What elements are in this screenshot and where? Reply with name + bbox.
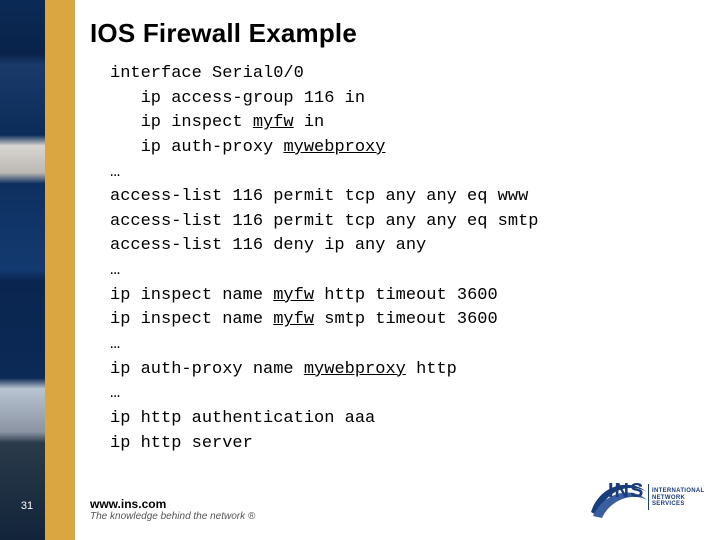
footer: www.ins.com The knowledge behind the net… [90, 497, 255, 522]
code-line: ip inspect name myfw http timeout 3600 [110, 286, 498, 305]
code-line: ip http authentication aaa [110, 409, 375, 428]
footer-tagline: The knowledge behind the network ® [90, 511, 255, 522]
code-line: … [110, 261, 120, 280]
code-block: interface Serial0/0 ip access-group 116 … [110, 62, 538, 456]
logo-divider [648, 484, 649, 510]
sidebar-photo-strip [0, 0, 50, 540]
code-line: access-list 116 deny ip any any [110, 236, 426, 255]
code-line: ip access-group 116 in [110, 89, 365, 108]
code-line: access-list 116 permit tcp any any eq ww… [110, 187, 528, 206]
logo-subtext: INTERNATIONAL NETWORK SERVICES [652, 488, 704, 508]
ins-logo: INS INTERNATIONAL NETWORK SERVICES [590, 474, 700, 522]
code-line: ip auth-proxy mywebproxy [110, 138, 385, 157]
footer-url: www.ins.com [90, 497, 255, 511]
sidebar-collage [0, 0, 50, 540]
code-line: … [110, 335, 120, 354]
code-line: ip http server [110, 434, 253, 453]
slide-title: IOS Firewall Example [90, 18, 357, 49]
page-number: 31 [17, 500, 37, 512]
code-line: ip inspect name myfw smtp timeout 3600 [110, 310, 498, 329]
code-line: interface Serial0/0 [110, 64, 304, 83]
code-line: access-list 116 permit tcp any any eq sm… [110, 212, 538, 231]
code-line: … [110, 163, 120, 182]
sidebar-gold-bar [45, 0, 75, 540]
code-line: ip inspect myfw in [110, 113, 324, 132]
code-line: … [110, 384, 120, 403]
code-line: ip auth-proxy name mywebproxy http [110, 360, 457, 379]
logo-text: INS [608, 480, 644, 503]
